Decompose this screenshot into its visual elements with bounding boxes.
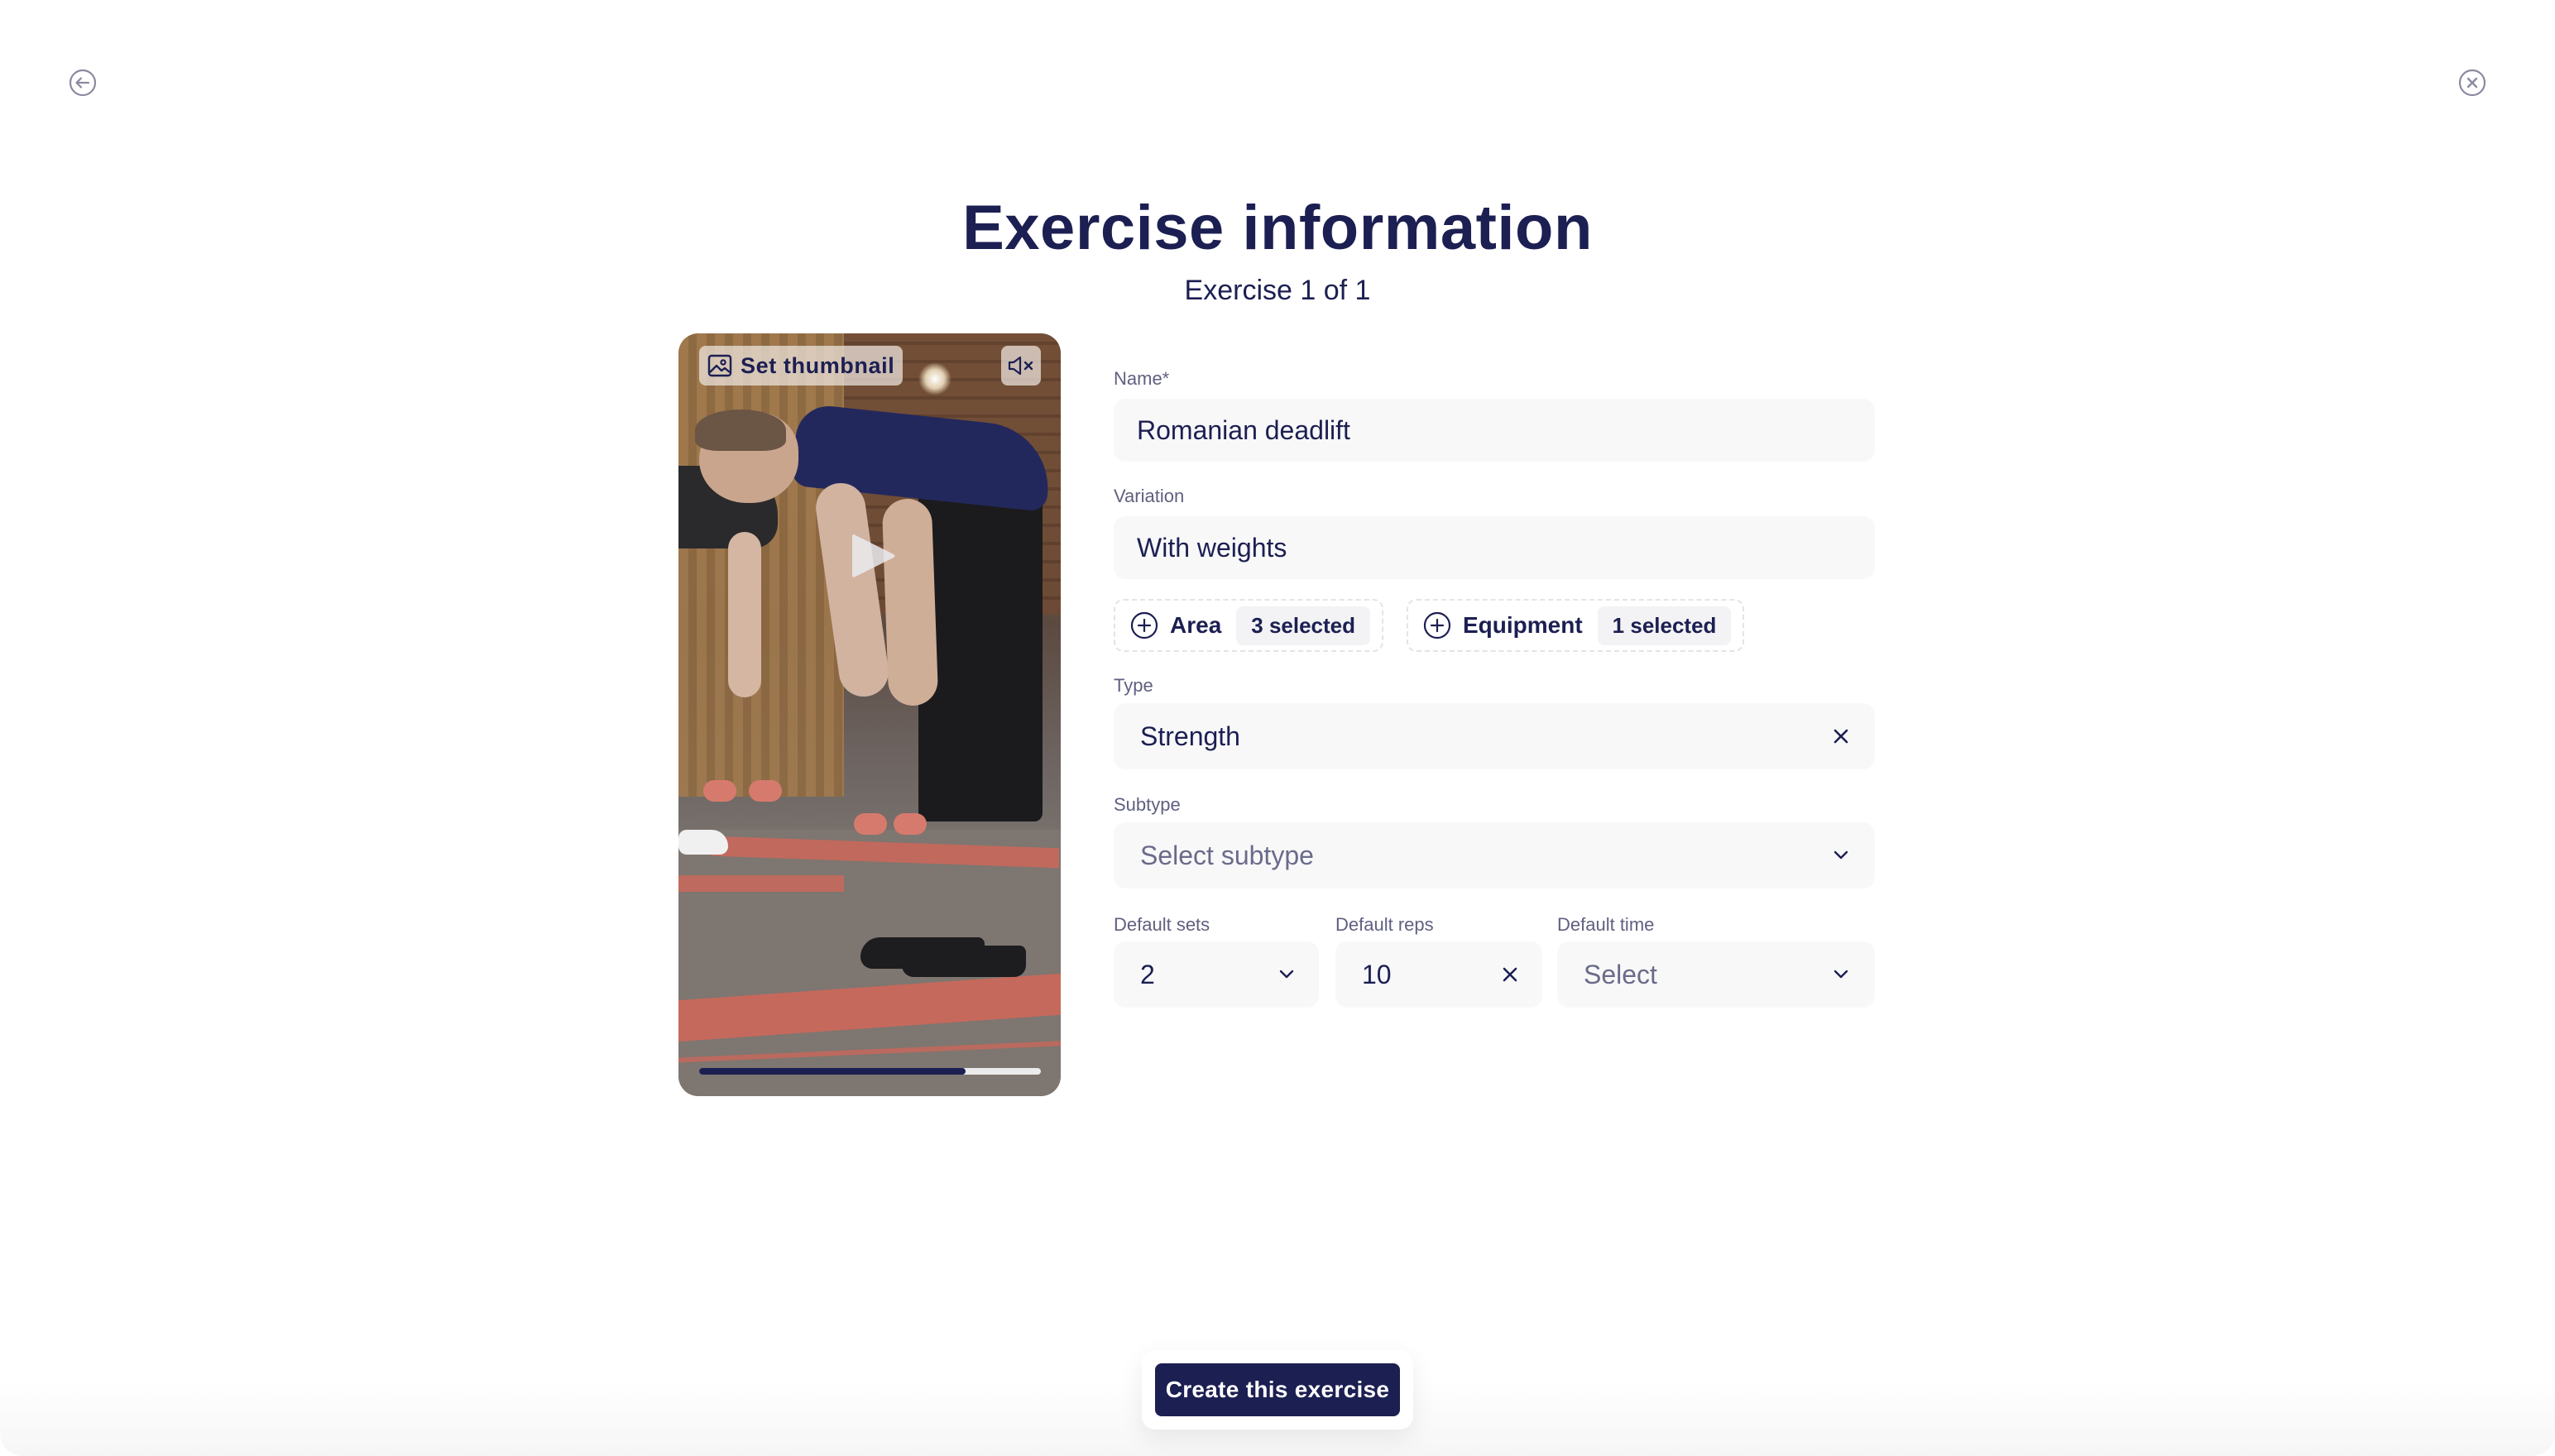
x-circle-icon bbox=[2458, 69, 2486, 97]
default-time-dropdown-toggle[interactable] bbox=[1830, 964, 1852, 985]
video-frame-detail bbox=[678, 333, 844, 797]
variation-label: Variation bbox=[1114, 486, 1185, 506]
default-sets-dropdown-toggle[interactable] bbox=[1276, 964, 1297, 985]
subtype-label: Subtype bbox=[1114, 794, 1181, 815]
page-title: Exercise information bbox=[962, 193, 1593, 263]
subtype-dropdown-toggle[interactable] bbox=[1830, 845, 1852, 866]
variation-input[interactable]: With weights bbox=[1114, 516, 1875, 579]
area-selector-chip[interactable]: Area 3 selected bbox=[1114, 599, 1384, 652]
clear-x-icon bbox=[1834, 729, 1848, 744]
video-frame-detail bbox=[703, 780, 736, 802]
type-label: Type bbox=[1114, 675, 1153, 696]
video-frame-detail bbox=[678, 830, 728, 855]
chevron-down-icon bbox=[1834, 850, 1848, 860]
back-button[interactable] bbox=[69, 69, 97, 97]
name-input[interactable]: Romanian deadlift bbox=[1114, 399, 1875, 462]
play-button[interactable] bbox=[849, 532, 897, 580]
clear-type-button[interactable] bbox=[1830, 726, 1852, 747]
default-sets-value: 2 bbox=[1140, 959, 1155, 989]
set-thumbnail-label: Set thumbnail bbox=[741, 352, 895, 378]
set-thumbnail-button[interactable]: Set thumbnail bbox=[699, 346, 904, 386]
video-progress-fill bbox=[699, 1068, 966, 1075]
video-frame-detail bbox=[678, 875, 844, 892]
default-reps-input[interactable]: 10 bbox=[1335, 941, 1542, 1008]
video-frame-detail bbox=[902, 946, 1026, 977]
plus-circle-icon bbox=[1130, 611, 1158, 639]
default-time-placeholder: Select bbox=[1584, 959, 1657, 989]
video-frame-detail bbox=[918, 466, 1043, 821]
default-reps-value: 10 bbox=[1362, 959, 1392, 989]
exercise-information-page: Exercise information Exercise 1 of 1 Set… bbox=[0, 0, 2555, 1456]
equipment-selector-chip[interactable]: Equipment 1 selected bbox=[1407, 599, 1745, 652]
area-selected-count: 3 selected bbox=[1236, 606, 1371, 645]
type-value: Strength bbox=[1140, 721, 1240, 751]
play-icon bbox=[852, 534, 895, 577]
plus-circle-icon bbox=[1423, 611, 1451, 639]
equipment-selected-count: 1 selected bbox=[1597, 606, 1732, 645]
variation-value: With weights bbox=[1137, 532, 1287, 563]
close-button[interactable] bbox=[2458, 69, 2486, 97]
clear-x-icon bbox=[1503, 967, 1517, 982]
type-select[interactable]: Strength bbox=[1114, 703, 1875, 769]
default-time-label: Default time bbox=[1557, 914, 1655, 935]
subtype-placeholder: Select subtype bbox=[1140, 840, 1314, 870]
video-frame-detail bbox=[918, 362, 952, 395]
create-exercise-button[interactable]: Create this exercise bbox=[1155, 1363, 1400, 1416]
video-frame-detail bbox=[854, 813, 887, 835]
subtype-select[interactable]: Select subtype bbox=[1114, 822, 1875, 888]
default-sets-label: Default sets bbox=[1114, 914, 1210, 935]
name-value: Romanian deadlift bbox=[1137, 414, 1350, 445]
exercise-counter: Exercise 1 of 1 bbox=[1184, 275, 1371, 306]
equipment-label: Equipment bbox=[1463, 612, 1583, 638]
default-sets-select[interactable]: 2 bbox=[1114, 941, 1319, 1008]
name-label: Name* bbox=[1114, 368, 1170, 389]
default-reps-label: Default reps bbox=[1335, 914, 1434, 935]
image-icon bbox=[707, 354, 732, 377]
clear-reps-button[interactable] bbox=[1499, 964, 1521, 985]
footer-action-bar: Create this exercise bbox=[1142, 1350, 1413, 1430]
chevron-down-icon bbox=[1834, 970, 1848, 979]
video-frame-detail bbox=[881, 498, 939, 706]
mute-toggle-button[interactable] bbox=[1001, 346, 1041, 386]
video-frame-detail bbox=[749, 780, 782, 802]
exercise-video-player[interactable]: Set thumbnail bbox=[678, 333, 1061, 1096]
video-progress-bar[interactable] bbox=[699, 1068, 1041, 1075]
default-time-select[interactable]: Select bbox=[1557, 941, 1875, 1008]
area-label: Area bbox=[1170, 612, 1222, 638]
volume-muted-icon bbox=[1008, 356, 1033, 376]
video-frame-detail bbox=[728, 532, 761, 697]
video-frame-detail bbox=[894, 813, 927, 835]
video-frame-detail bbox=[695, 410, 786, 451]
arrow-left-circle-icon bbox=[69, 69, 97, 97]
chevron-down-icon bbox=[1279, 970, 1294, 979]
